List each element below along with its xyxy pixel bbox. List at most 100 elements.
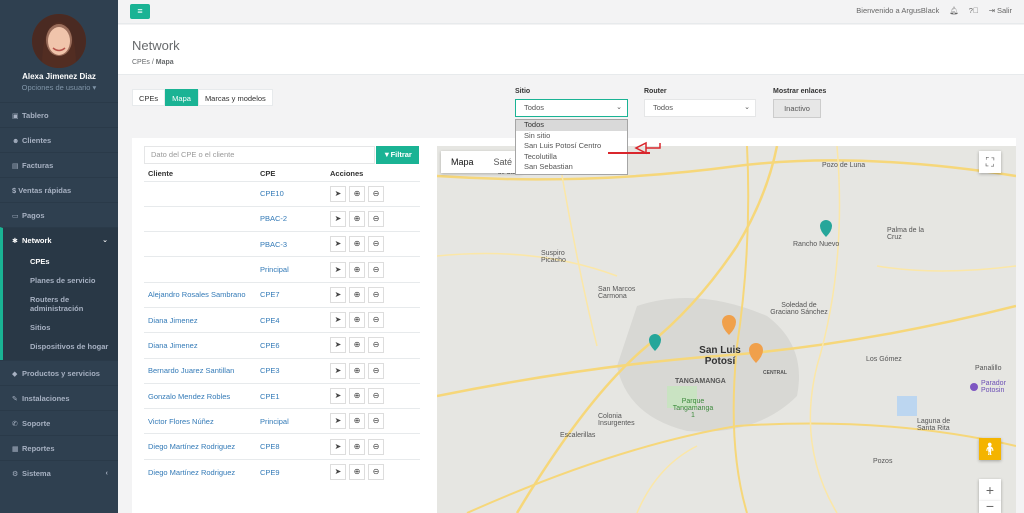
cell-cpe[interactable]: CPE10 [256, 180, 326, 207]
nav-productos[interactable]: ◆ Productos y servicios [0, 360, 118, 385]
map-tab-mapa[interactable]: Mapa [441, 151, 484, 173]
zoom-in-icon[interactable]: ⊕ [349, 438, 365, 455]
cell-cliente[interactable] [144, 256, 256, 283]
zoom-in-icon[interactable]: ⊕ [349, 388, 365, 405]
cell-cliente[interactable]: Diego Martínez Rodriguez [144, 433, 256, 460]
cell-cpe[interactable]: CPE1 [256, 382, 326, 409]
bell-icon[interactable]: 🔔︎ [949, 6, 959, 15]
locate-icon[interactable]: ➤ [330, 286, 346, 303]
zoom-out-icon[interactable]: ⊖ [368, 337, 384, 354]
subnav-sitios[interactable]: Sitios [3, 318, 118, 337]
tab-marcas[interactable]: Marcas y modelos [197, 89, 273, 106]
zoom-in-icon[interactable]: ⊕ [349, 362, 365, 379]
hamburger-menu-icon[interactable]: ≡ [130, 4, 150, 19]
tab-mapa[interactable]: Mapa [165, 89, 198, 106]
cell-cpe[interactable]: PBAC-2 [256, 205, 326, 232]
locate-icon[interactable]: ➤ [330, 337, 346, 354]
cell-cpe[interactable]: CPE9 [256, 458, 326, 485]
enlaces-toggle[interactable]: Inactivo [773, 99, 821, 118]
zoom-in-icon[interactable]: ⊕ [349, 286, 365, 303]
cell-cliente[interactable]: Victor Flores Núñez [144, 408, 256, 434]
nav-network[interactable]: ✱ Network ⌄ [0, 227, 118, 252]
cell-cliente[interactable]: Bernardo Juarez Santillan [144, 357, 256, 384]
sitio-option[interactable]: Sin sitio [516, 131, 627, 142]
zoom-out-icon[interactable]: ⊖ [368, 312, 384, 329]
cell-cpe[interactable]: CPE8 [256, 433, 326, 460]
sitio-option[interactable]: Todos [516, 120, 627, 131]
zoom-out-icon[interactable]: ⊖ [368, 286, 384, 303]
cell-cpe[interactable]: Principal [256, 408, 326, 434]
sitio-option[interactable]: San Sebastian [516, 162, 627, 173]
locate-icon[interactable]: ➤ [330, 312, 346, 329]
user-options-link[interactable]: Opciones de usuario ▾ [0, 83, 118, 92]
zoom-in-icon[interactable]: ⊕ [349, 312, 365, 329]
locate-icon[interactable]: ➤ [330, 362, 346, 379]
zoom-in-icon[interactable]: ⊕ [349, 337, 365, 354]
cell-cliente[interactable]: Diego Martínez Rodriguez [144, 458, 256, 485]
zoom-out-icon[interactable]: ⊖ [368, 210, 384, 227]
zoom-out-icon[interactable]: ⊖ [368, 388, 384, 405]
fullscreen-icon[interactable]: ⛶ [979, 151, 1001, 173]
cell-cpe[interactable]: CPE4 [256, 306, 326, 333]
subnav-planes[interactable]: Planes de servicio [3, 271, 118, 290]
search-input[interactable]: Dato del CPE o el cliente [144, 146, 375, 164]
cell-cliente[interactable] [144, 231, 256, 257]
zoom-out-icon[interactable]: − [979, 499, 1001, 513]
zoom-in-icon[interactable]: ⊕ [349, 413, 365, 430]
nav-instalaciones[interactable]: ✎ Instalaciones [0, 385, 118, 410]
subnav-dispositivos[interactable]: Dispositivos de hogar [3, 337, 118, 356]
nav-soporte[interactable]: ✆ Soporte [0, 410, 118, 435]
router-select[interactable]: Todos ⌄ [644, 99, 756, 117]
cell-cliente[interactable]: Diana Jimenez [144, 306, 256, 333]
zoom-out-icon[interactable]: ⊖ [368, 464, 384, 481]
locate-icon[interactable]: ➤ [330, 438, 346, 455]
nav-pagos[interactable]: ▭ Pagos [0, 202, 118, 227]
zoom-out-icon[interactable]: ⊖ [368, 362, 384, 379]
zoom-in-icon[interactable]: ⊕ [349, 464, 365, 481]
filter-button[interactable]: ▼Filtrar [376, 146, 419, 164]
zoom-out-icon[interactable]: ⊖ [368, 413, 384, 430]
zoom-in-icon[interactable]: ⊕ [349, 185, 365, 202]
subnav-routers[interactable]: Routers de administración [3, 290, 118, 318]
street-view-icon[interactable]: 🧍︎ [979, 438, 1001, 460]
zoom-in-icon[interactable]: ⊕ [349, 236, 365, 253]
cell-cpe[interactable]: CPE7 [256, 281, 326, 308]
nav-sistema[interactable]: ⚙ Sistema ‹ [0, 460, 118, 485]
nav-clientes[interactable]: ☻ Clientes [0, 127, 118, 152]
tab-cpes[interactable]: CPEs [132, 89, 166, 106]
locate-icon[interactable]: ➤ [330, 210, 346, 227]
zoom-out-icon[interactable]: ⊖ [368, 185, 384, 202]
cell-cpe[interactable]: Principal [256, 256, 326, 283]
subnav-cpes[interactable]: CPEs [3, 252, 118, 271]
cell-cliente[interactable] [144, 180, 256, 207]
table-row: Principal ➤ ⊕ ⊖ [144, 256, 420, 283]
nav-reportes[interactable]: ▦ Reportes [0, 435, 118, 460]
logout-link[interactable]: ⇥ Salir [989, 6, 1012, 15]
locate-icon[interactable]: ➤ [330, 464, 346, 481]
locate-icon[interactable]: ➤ [330, 236, 346, 253]
breadcrumb-cpes[interactable]: CPEs [132, 59, 150, 66]
zoom-in-icon[interactable]: ⊕ [349, 261, 365, 278]
locate-icon[interactable]: ➤ [330, 388, 346, 405]
help-icon[interactable]: ?⃝ [969, 6, 979, 15]
locate-icon[interactable]: ➤ [330, 261, 346, 278]
cell-cliente[interactable] [144, 205, 256, 232]
cell-cliente[interactable]: Gonzalo Mendez Robles [144, 382, 256, 409]
locate-icon[interactable]: ➤ [330, 413, 346, 430]
cell-cliente[interactable]: Diana Jimenez [144, 332, 256, 359]
zoom-out-icon[interactable]: ⊖ [368, 236, 384, 253]
avatar[interactable] [32, 14, 86, 68]
nav-tablero[interactable]: ▣ Tablero [0, 102, 118, 127]
zoom-out-icon[interactable]: ⊖ [368, 261, 384, 278]
cell-cpe[interactable]: CPE3 [256, 357, 326, 384]
sitio-select[interactable]: Todos ⌄ [515, 99, 628, 117]
locate-icon[interactable]: ➤ [330, 185, 346, 202]
nav-ventas-rapidas[interactable]: $ Ventas rápidas [0, 177, 118, 202]
cell-cpe[interactable]: PBAC-3 [256, 231, 326, 257]
nav-facturas[interactable]: ▤ Facturas [0, 152, 118, 177]
cell-cliente[interactable]: Alejandro Rosales Sambrano [144, 281, 256, 308]
zoom-out-icon[interactable]: ⊖ [368, 438, 384, 455]
cell-cpe[interactable]: CPE6 [256, 332, 326, 359]
map-view[interactable] [437, 146, 1016, 513]
zoom-in-icon[interactable]: ⊕ [349, 210, 365, 227]
